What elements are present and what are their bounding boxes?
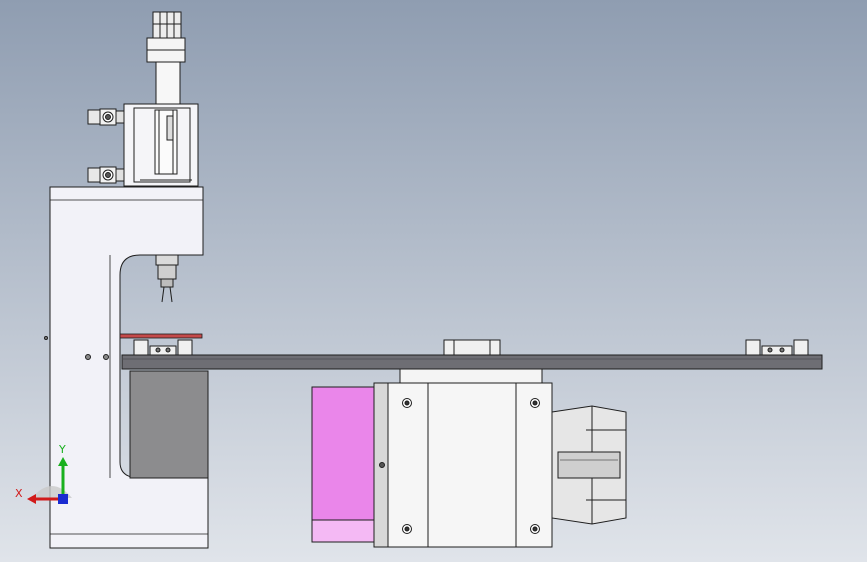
motor-side-panel xyxy=(311,386,375,543)
coordinate-triad-icon: X Y xyxy=(15,443,72,504)
linear-rail[interactable] xyxy=(121,354,823,370)
motor-assembly[interactable] xyxy=(311,368,627,548)
motor-body xyxy=(387,382,553,548)
press-punch xyxy=(155,254,179,303)
cad-graphics-viewport[interactable]: X Y xyxy=(0,0,867,562)
pneumatic-cylinder[interactable] xyxy=(123,11,199,187)
triad-x-label: X xyxy=(15,487,23,500)
air-fitting-lower[interactable] xyxy=(87,166,125,184)
pcb-strip xyxy=(119,333,203,339)
gear-shaft xyxy=(557,451,621,479)
press-machine-model[interactable]: X Y xyxy=(0,0,867,562)
triad-y-label: Y xyxy=(58,443,66,456)
rail-clamp-left[interactable] xyxy=(133,339,193,356)
rail-clamp-middle[interactable] xyxy=(443,339,501,356)
piston-rod xyxy=(155,61,181,105)
support-stand xyxy=(129,370,209,479)
air-fitting-upper[interactable] xyxy=(87,108,125,126)
motor-top-cap xyxy=(399,368,543,384)
rail-clamp-right[interactable] xyxy=(745,339,809,356)
